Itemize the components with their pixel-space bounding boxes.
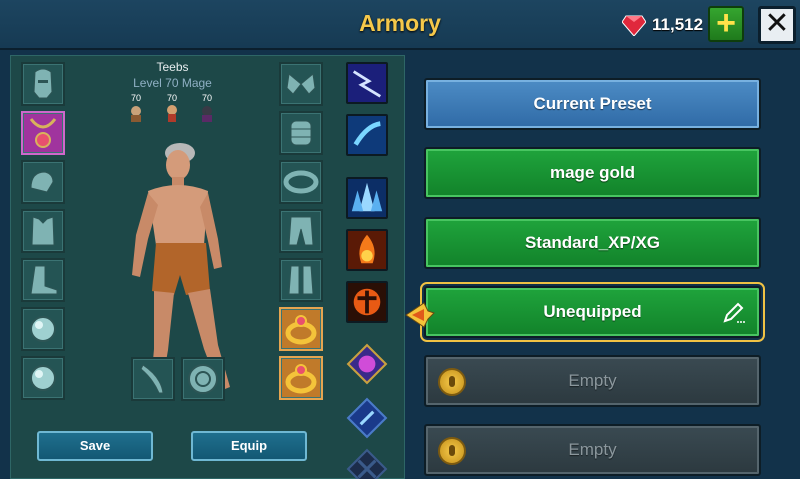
gold-ring-icon bbox=[285, 315, 317, 345]
orb-ring-icon bbox=[30, 316, 56, 342]
ice-bolt-skill-icon bbox=[348, 116, 386, 154]
skill-slot-1[interactable] bbox=[346, 62, 388, 104]
pet-level: 70 bbox=[130, 93, 141, 103]
skill-slot-2[interactable] bbox=[346, 114, 388, 156]
buy-gems-button[interactable]: + bbox=[708, 6, 744, 42]
pet-level: 70 bbox=[166, 93, 177, 103]
pet-icon bbox=[131, 106, 141, 122]
preset-label: Current Preset bbox=[533, 94, 652, 113]
belt-slot[interactable] bbox=[279, 160, 323, 204]
amulet-slot[interactable] bbox=[21, 111, 65, 155]
greaves-slot[interactable] bbox=[279, 258, 323, 302]
ring-slot-2[interactable] bbox=[21, 356, 65, 400]
preset-mage-gold[interactable]: mage gold bbox=[424, 147, 761, 199]
lock-icon bbox=[438, 437, 466, 465]
pet-2[interactable]: 70 bbox=[157, 93, 187, 128]
pet-icon bbox=[167, 105, 177, 122]
bracers-slot[interactable] bbox=[279, 111, 323, 155]
skill-slot-7[interactable] bbox=[346, 397, 388, 439]
boots-icon bbox=[30, 265, 58, 295]
pet-3[interactable]: 70 bbox=[192, 93, 222, 128]
preset-label: Empty bbox=[568, 440, 617, 459]
save-button[interactable]: Save bbox=[37, 431, 153, 461]
ring-slot-3[interactable] bbox=[279, 307, 323, 351]
shoulders-slot[interactable] bbox=[21, 160, 65, 204]
helmet-icon bbox=[33, 68, 53, 99]
skill-slot-5[interactable] bbox=[346, 281, 388, 323]
preset-empty-1[interactable]: Empty bbox=[424, 355, 761, 407]
chest-armor-icon bbox=[31, 216, 55, 246]
leggings-icon bbox=[288, 216, 314, 246]
fire-figure-skill-icon bbox=[348, 283, 386, 321]
equip-button[interactable]: Equip bbox=[191, 431, 307, 461]
close-button[interactable]: ✕ bbox=[758, 6, 796, 44]
character-level-class: Level 70 Mage bbox=[133, 76, 212, 90]
preset-unequipped[interactable]: Unequipped bbox=[420, 282, 765, 342]
skill-slot-4[interactable] bbox=[346, 229, 388, 271]
belt-icon bbox=[283, 170, 319, 194]
preset-label: Standard_XP/XG bbox=[524, 233, 661, 252]
pet-level: 70 bbox=[201, 93, 212, 103]
bracers-icon bbox=[290, 120, 312, 146]
preset-label: mage gold bbox=[549, 163, 635, 182]
lock-icon bbox=[438, 368, 466, 396]
preset-current[interactable]: Current Preset bbox=[424, 78, 761, 130]
preset-label: Unequipped bbox=[543, 302, 642, 321]
offhand-slot[interactable] bbox=[181, 357, 225, 401]
preset-empty-2[interactable]: Empty bbox=[424, 424, 761, 476]
skill-slot-8[interactable] bbox=[346, 448, 388, 479]
preset-standard[interactable]: Standard_XP/XG bbox=[424, 217, 761, 269]
gem-icon bbox=[622, 15, 646, 36]
gloves-icon bbox=[286, 73, 316, 95]
edit-pencil-icon[interactable] bbox=[721, 301, 745, 325]
ring-slot-4[interactable] bbox=[279, 356, 323, 400]
ring-slot-1[interactable] bbox=[21, 307, 65, 351]
character-name: Teebs bbox=[156, 60, 189, 74]
header-bar: Armory 11,512 + ✕ bbox=[0, 0, 800, 50]
skill-slot-3[interactable] bbox=[346, 177, 388, 219]
armory-screen: Armory 11,512 + ✕ Teebs Level 70 Mage 70… bbox=[0, 0, 800, 479]
pet-icon bbox=[202, 106, 212, 122]
chest-slot[interactable] bbox=[21, 209, 65, 253]
helmet-slot[interactable] bbox=[21, 62, 65, 106]
fire-skill-icon bbox=[348, 231, 386, 269]
weapon-slot[interactable] bbox=[131, 357, 175, 401]
skill-slot-6[interactable] bbox=[346, 343, 388, 385]
lightning-skill-icon bbox=[348, 64, 386, 102]
gloves-slot[interactable] bbox=[279, 62, 323, 106]
preset-label: Empty bbox=[568, 371, 617, 390]
shield-icon bbox=[188, 364, 218, 394]
locked-skill-icon bbox=[346, 448, 388, 479]
blue-rune-skill-icon bbox=[346, 397, 388, 439]
sword-icon bbox=[140, 364, 164, 394]
selection-arrow-icon bbox=[405, 302, 435, 328]
pet-1[interactable]: 70 bbox=[121, 93, 151, 128]
amulet-icon bbox=[29, 118, 57, 148]
arcane-figure-skill-icon bbox=[346, 343, 388, 385]
boots-slot[interactable] bbox=[21, 258, 65, 302]
gold-ring-icon bbox=[285, 364, 317, 394]
shoulders-icon bbox=[30, 171, 54, 193]
leggings-slot[interactable] bbox=[279, 209, 323, 253]
greaves-icon bbox=[288, 265, 314, 295]
orb-ring-icon bbox=[30, 365, 56, 391]
ice-crystal-skill-icon bbox=[348, 179, 386, 217]
gem-count: 11,512 bbox=[652, 15, 704, 34]
